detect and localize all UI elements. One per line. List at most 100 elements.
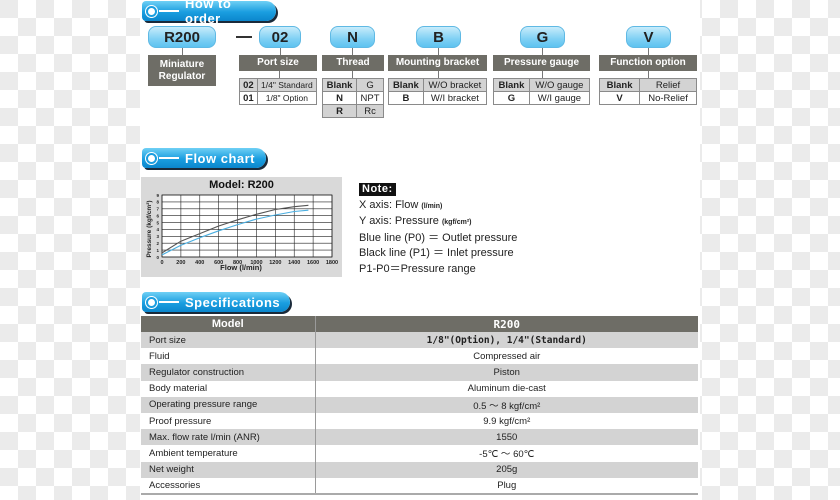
spec-value: 1550 <box>315 429 698 446</box>
label-port-size: Port size <box>239 55 317 71</box>
spec-key: Port size <box>141 332 316 349</box>
y-tick-label: 6 <box>156 213 159 218</box>
connector-line <box>542 48 543 55</box>
label-function-option: Function option <box>599 55 697 71</box>
spec-row: Operating pressure range 0.5 ～ 8 kgf/cm² <box>141 396 698 413</box>
note-black-line: Black line (P1) ＝ Inlet pressure <box>359 247 514 259</box>
note-blue-line: Blue line (P0) ＝ Outlet pressure <box>359 231 518 244</box>
option-row: V No-Relief <box>598 91 697 105</box>
x-tick-label: 400 <box>195 260 204 266</box>
spec-row: Net weight 205g <box>141 461 698 478</box>
option-row: 02 1/4" Standard <box>239 78 318 92</box>
y-tick-labels: 0 1 2 3 4 5 67 8 9 <box>156 193 159 260</box>
connector-line <box>280 48 281 55</box>
spec-value: Plug <box>315 477 698 495</box>
spec-row: Body material Aluminum die-cast <box>141 380 698 397</box>
code-thread: N <box>330 26 375 48</box>
spec-row: Port size 1/8"(Option), 1/4"(Standard) <box>141 332 698 349</box>
bullet-line-icon <box>159 10 179 12</box>
section-title: Flow chart <box>185 150 256 166</box>
spec-row: Ambient temperature -5℃ ～ 60℃ <box>141 445 698 462</box>
header-r200: R200 <box>315 316 698 332</box>
specifications-table: Model R200 Port size 1/8"(Option), 1/4"(S… <box>141 316 698 495</box>
code-gauge: G <box>520 26 565 48</box>
connector-line <box>352 48 353 55</box>
port-size-options: 02 1/4" Standard 01 1/8" Option <box>239 78 318 105</box>
connector-line <box>542 71 543 78</box>
header-model: Model <box>141 316 316 332</box>
thread-options: Blank G N NPT R Rc <box>321 78 384 118</box>
y-tick-label: 8 <box>156 200 159 205</box>
spec-key: Fluid <box>141 348 316 365</box>
bullet-line-icon <box>159 157 179 159</box>
spec-value: Aluminum die-cast <box>315 380 698 397</box>
option-row: R Rc <box>321 104 384 118</box>
chart-note: Note: X axis: Flow (l/min) Y axis: Press… <box>359 182 517 277</box>
separator-dash <box>236 36 252 38</box>
spec-key: Body material <box>141 380 316 397</box>
spec-key: Accessories <box>141 477 316 495</box>
mounting-bracket-options: Blank W/O bracket B W/I bracket <box>388 78 488 105</box>
connector-line <box>352 71 353 78</box>
y-tick-label: 2 <box>156 241 159 246</box>
plot-area <box>161 194 333 258</box>
how-to-order-header: How to order <box>142 0 276 26</box>
specifications-header: Specifications <box>142 292 290 312</box>
label-mounting-bracket: Mounting bracket <box>388 55 487 71</box>
spec-key: Ambient temperature <box>141 445 316 462</box>
option-row: G W/I gauge <box>493 91 591 105</box>
x-tick-label: 1400 <box>288 260 300 266</box>
option-row: Blank Relief <box>598 78 697 92</box>
bullet-icon <box>146 5 157 17</box>
label-pressure-gauge: Pressure gauge <box>493 55 590 71</box>
section-title: Specifications <box>185 294 281 310</box>
option-row: B W/I bracket <box>388 91 488 105</box>
section-title: How to order <box>185 0 232 26</box>
spec-row: Accessories Plug <box>141 477 698 495</box>
bullet-line-icon <box>159 301 179 303</box>
option-row: N NPT <box>321 91 384 105</box>
option-row: Blank W/O bracket <box>388 78 488 92</box>
bullet-icon <box>146 152 157 164</box>
note-x-axis: X axis: Flow (l/min) <box>359 198 443 211</box>
spec-value: -5℃ ～ 60℃ <box>315 445 698 462</box>
chart-grid <box>161 194 333 258</box>
spec-key: Operating pressure range <box>141 396 316 413</box>
bullet-icon <box>146 296 157 308</box>
code-model: R200 <box>148 26 216 48</box>
connector-line <box>438 48 439 55</box>
option-row: 01 1/8" Option <box>239 91 318 105</box>
note-pressure-range: P1-P0＝Pressure range <box>359 262 476 275</box>
chart-plot: 0 200 400 600 800 1000 1200 1400 1600 1800 012345… <box>146 193 338 272</box>
x-tick-label: 1200 <box>269 260 281 266</box>
y-tick-label: 0 <box>156 255 159 260</box>
y-axis-label: Pressure (kgf/cm²) <box>146 200 153 257</box>
function-options: Blank Relief V No-Relief <box>598 78 697 105</box>
spec-header-row: Model R200 <box>141 316 698 332</box>
spec-key: Regulator construction <box>141 364 316 381</box>
spec-value: 9.9 kgf/cm² <box>315 412 698 430</box>
spec-key: Max. flow rate l/min (ANR) <box>141 429 316 446</box>
note-title: Note: <box>359 183 396 196</box>
spec-value: Compressed air <box>315 348 698 365</box>
y-tick-label: 9 <box>156 193 159 198</box>
y-tick-label: 4 <box>156 227 159 232</box>
option-row: Blank G <box>321 78 384 92</box>
connector-line <box>279 71 280 78</box>
code-bracket: B <box>416 26 461 48</box>
note-y-axis: Y axis: Pressure (kgf/cm²) <box>359 215 472 227</box>
spec-key: Proof pressure <box>141 412 316 430</box>
y-tick-label: 5 <box>156 220 159 225</box>
label-miniature-regulator: Miniature Regulator <box>148 55 216 86</box>
spec-value: 205g <box>315 461 698 478</box>
spec-key: Net weight <box>141 461 316 478</box>
connector-line <box>182 48 183 55</box>
code-port-size: 02 <box>259 26 301 48</box>
connector-line <box>648 48 649 55</box>
spec-value: 1/8"(Option), 1/4"(Standard) <box>315 332 698 349</box>
spec-row: Proof pressure 9.9 kgf/cm² <box>141 412 698 430</box>
spec-value: Piston <box>315 364 698 381</box>
code-function: V <box>626 26 671 48</box>
option-row: Blank W/O gauge <box>493 78 591 92</box>
spec-row: Fluid Compressed air <box>141 348 698 365</box>
